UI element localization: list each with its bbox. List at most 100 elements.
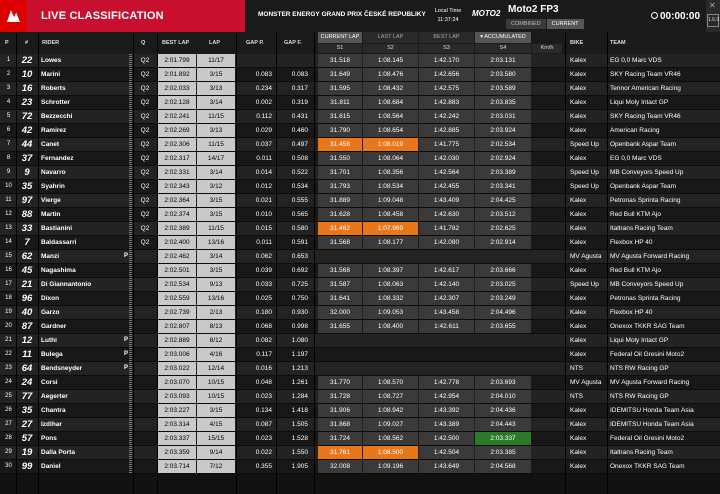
- table-row[interactable]: 13 33 Bastianini Q2 2:02.389 11/15 0.015 0.580 3…: [0, 222, 720, 236]
- tab-combined[interactable]: COMBINED: [506, 19, 546, 29]
- row-handle-icon: [129, 110, 132, 123]
- col-header-best-lap[interactable]: BEST LAP: [162, 40, 189, 46]
- table-row[interactable]: 12 88 Martin Q2 2:02.374 3/15 0.010 0.565 31.628…: [0, 208, 720, 222]
- table-row[interactable]: 25 77 Aegerter 2:03.093 10/15 0.023 1.284 31.72…: [0, 390, 720, 404]
- gap-first-cell: 1.418: [291, 407, 308, 414]
- col-header-q[interactable]: Q: [141, 40, 145, 46]
- lap-count-cell: 3/14: [197, 166, 235, 179]
- table-row[interactable]: 17 21 Di Giannantonio 2:02.534 9/13 0.033 0.72…: [0, 278, 720, 292]
- sector3-cell: 1:41.782: [419, 222, 474, 235]
- team-cell: IDEMITSU Honda Team Asia: [610, 407, 694, 414]
- col-header-team[interactable]: TEAM: [610, 40, 626, 46]
- tab-current-lap[interactable]: CURRENT LAP: [318, 32, 362, 43]
- bike-cell: Kalex: [570, 155, 587, 162]
- sector4-cell: 2:02.924: [475, 152, 531, 165]
- table-row[interactable]: 5 72 Bezzecchi Q2 2:02.241 11/15 0.112 0.431 31.…: [0, 110, 720, 124]
- sector4-cell: 2:03.512: [475, 208, 531, 221]
- session-q-cell: [135, 362, 155, 375]
- table-row[interactable]: 14 7 Baldassarri Q2 2:02.400 13/16 0.011 0.591 3…: [0, 236, 720, 250]
- rider-number: 35: [21, 181, 33, 192]
- gap-previous-cell: 0.117: [256, 351, 272, 358]
- table-row[interactable]: 9 9 Navarro Q2 2:02.331 3/14 0.014 0.522 31.701 1…: [0, 166, 720, 180]
- session-q-cell: [135, 390, 155, 403]
- table-row[interactable]: 6 42 Ramirez Q2 2:02.269 3/13 0.029 0.460 31.790…: [0, 124, 720, 138]
- table-row[interactable]: 29 19 Dalla Porta 2:03.359 9/14 0.022 1.550 31.…: [0, 446, 720, 460]
- sector1-cell: 31.550: [318, 152, 362, 165]
- table-row[interactable]: 21 12 Luthi P 2:02.889 8/12 0.082 1.080 Kalex Liq…: [0, 334, 720, 348]
- col-header-gap-p[interactable]: GAP P.: [246, 40, 264, 46]
- table-row[interactable]: 4 23 Schrotter Q2 2:02.128 3/14 0.002 0.319 31.8…: [0, 96, 720, 110]
- speed-cell: [532, 110, 562, 123]
- team-cell: American Racing: [610, 127, 660, 134]
- table-row[interactable]: 30 99 Daniel 2:03.714 7/12 0.355 1.905 32.008 1:…: [0, 460, 720, 474]
- sector1-cell: [318, 334, 362, 347]
- sector1-cell: [318, 250, 362, 263]
- gap-first-cell: 0.930: [291, 309, 308, 316]
- table-row[interactable]: 26 35 Chantra 2:03.227 3/15 0.134 1.418 31.906 1…: [0, 404, 720, 418]
- table-row[interactable]: 18 96 Dixon 2:02.559 13/16 0.025 0.750 31.641 1:…: [0, 292, 720, 306]
- lap-count-cell: 3/15: [197, 264, 235, 277]
- gap-first-cell: 1.197: [291, 351, 308, 358]
- sector3-cell: 1:42.885: [419, 124, 474, 137]
- team-cell: NTS RW Racing GP: [610, 365, 669, 372]
- team-cell: Federal Oil Gresini Moto2: [610, 435, 685, 442]
- pit-indicator: [124, 460, 129, 473]
- sector4-cell: 2:03.385: [475, 446, 531, 459]
- gap-first-cell: 0.508: [291, 155, 308, 162]
- gap-first-cell: 0.083: [291, 71, 308, 78]
- table-row[interactable]: 10 35 Syahrin Q2 2:02.343 3/12 0.012 0.534 31.79…: [0, 180, 720, 194]
- table-row[interactable]: 27 27 Izdihar 2:03.314 4/15 0.087 1.505 31.868 1…: [0, 418, 720, 432]
- table-row[interactable]: 7 44 Canet Q2 2:02.306 11/15 0.037 0.497 31.458 1…: [0, 138, 720, 152]
- table-row[interactable]: 2 10 Marini Q2 2:01.892 3/15 0.083 0.083 31.649 1…: [0, 68, 720, 82]
- sector3-cell: 1:42.656: [419, 68, 474, 81]
- col-header-gap-f[interactable]: GAP F.: [284, 40, 302, 46]
- gap-previous-cell: 0.029: [255, 127, 272, 134]
- table-row[interactable]: 15 62 Manzi P 2:02.462 3/14 0.062 0.653 MV Agust…: [0, 250, 720, 264]
- sector2-cell: 1:08.019: [363, 138, 418, 151]
- rider-name: Martin: [41, 211, 61, 218]
- tab-best-lap[interactable]: BEST LAP: [419, 32, 474, 43]
- close-icon[interactable]: ✕: [709, 1, 716, 10]
- rider-name: Daniel: [41, 463, 61, 470]
- table-row[interactable]: 19 40 Garzo 2:02.739 2/13 0.180 0.930 32.000 1:0…: [0, 306, 720, 320]
- tab-accumulated[interactable]: ▾ ACCUMULATED: [475, 32, 531, 43]
- table-row[interactable]: 1 22 Lowes Q2 2:01.799 11/17 31.518 1:08.145 1:4…: [0, 54, 720, 68]
- speed-cell: [532, 138, 562, 151]
- table-row[interactable]: 22 11 Bulega P 2:03.006 4/16 0.117 1.197 Kalex Fe…: [0, 348, 720, 362]
- lap-count-cell: 7/12: [197, 460, 235, 473]
- tab-last-lap[interactable]: LAST LAP: [363, 32, 418, 43]
- row-handle-icon: [129, 264, 132, 277]
- position-cell: 20: [5, 323, 12, 329]
- table-row[interactable]: 24 24 Corsi 2:03.070 10/15 0.048 1.261 31.770 1:…: [0, 376, 720, 390]
- position-cell: 3: [6, 85, 11, 91]
- rider-number: 7: [24, 237, 30, 248]
- table-row[interactable]: 28 57 Pons 2:03.337 15/15 0.023 1.528 31.724 1:0…: [0, 432, 720, 446]
- row-handle-icon: [129, 404, 132, 417]
- tab-current[interactable]: CURRENT: [546, 19, 584, 29]
- table-row[interactable]: 8 37 Fernandez Q2 2:02.317 14/17 0.011 0.508 31.…: [0, 152, 720, 166]
- lap-count-cell: 2/13: [197, 306, 235, 319]
- table-row[interactable]: 23 64 Bendsneyder P 2:03.022 12/14 0.016 1.213 N…: [0, 362, 720, 376]
- pit-indicator: [124, 110, 129, 123]
- table-row[interactable]: 11 97 Vierge Q2 2:02.364 3/15 0.021 0.555 31.889…: [0, 194, 720, 208]
- sector4-cell: 2:04.443: [475, 418, 531, 431]
- lap-count-cell: 13/16: [197, 236, 235, 249]
- rider-number: 11: [22, 349, 32, 360]
- col-header-bike[interactable]: BIKE: [570, 40, 583, 46]
- rider-number: 35: [21, 405, 33, 416]
- col-header-lap[interactable]: LAP: [209, 40, 220, 46]
- gap-previous-cell: 0.083: [255, 71, 272, 78]
- sector4-cell: 2:02.534: [475, 138, 531, 151]
- table-row[interactable]: 20 87 Gardner 2:02.807 8/13 0.068 0.998 31.655 1…: [0, 320, 720, 334]
- row-handle-icon: [129, 236, 132, 249]
- session-q-cell: [135, 432, 155, 445]
- bike-cell: Kalex: [570, 449, 587, 456]
- gap-first-cell: 0.725: [291, 281, 308, 288]
- lap-count-cell: 3/15: [197, 194, 235, 207]
- table-row[interactable]: 16 45 Nagashima 2:02.501 3/15 0.039 0.692 31.56…: [0, 264, 720, 278]
- sector1-cell: 31.724: [318, 432, 362, 445]
- bike-cell: Kalex: [570, 407, 587, 414]
- col-header-rider[interactable]: RIDER: [42, 40, 59, 46]
- local-time: Local Time 11:37:24: [428, 7, 468, 25]
- table-row[interactable]: 3 16 Roberts Q2 2:02.033 3/13 0.234 0.317 31.595…: [0, 82, 720, 96]
